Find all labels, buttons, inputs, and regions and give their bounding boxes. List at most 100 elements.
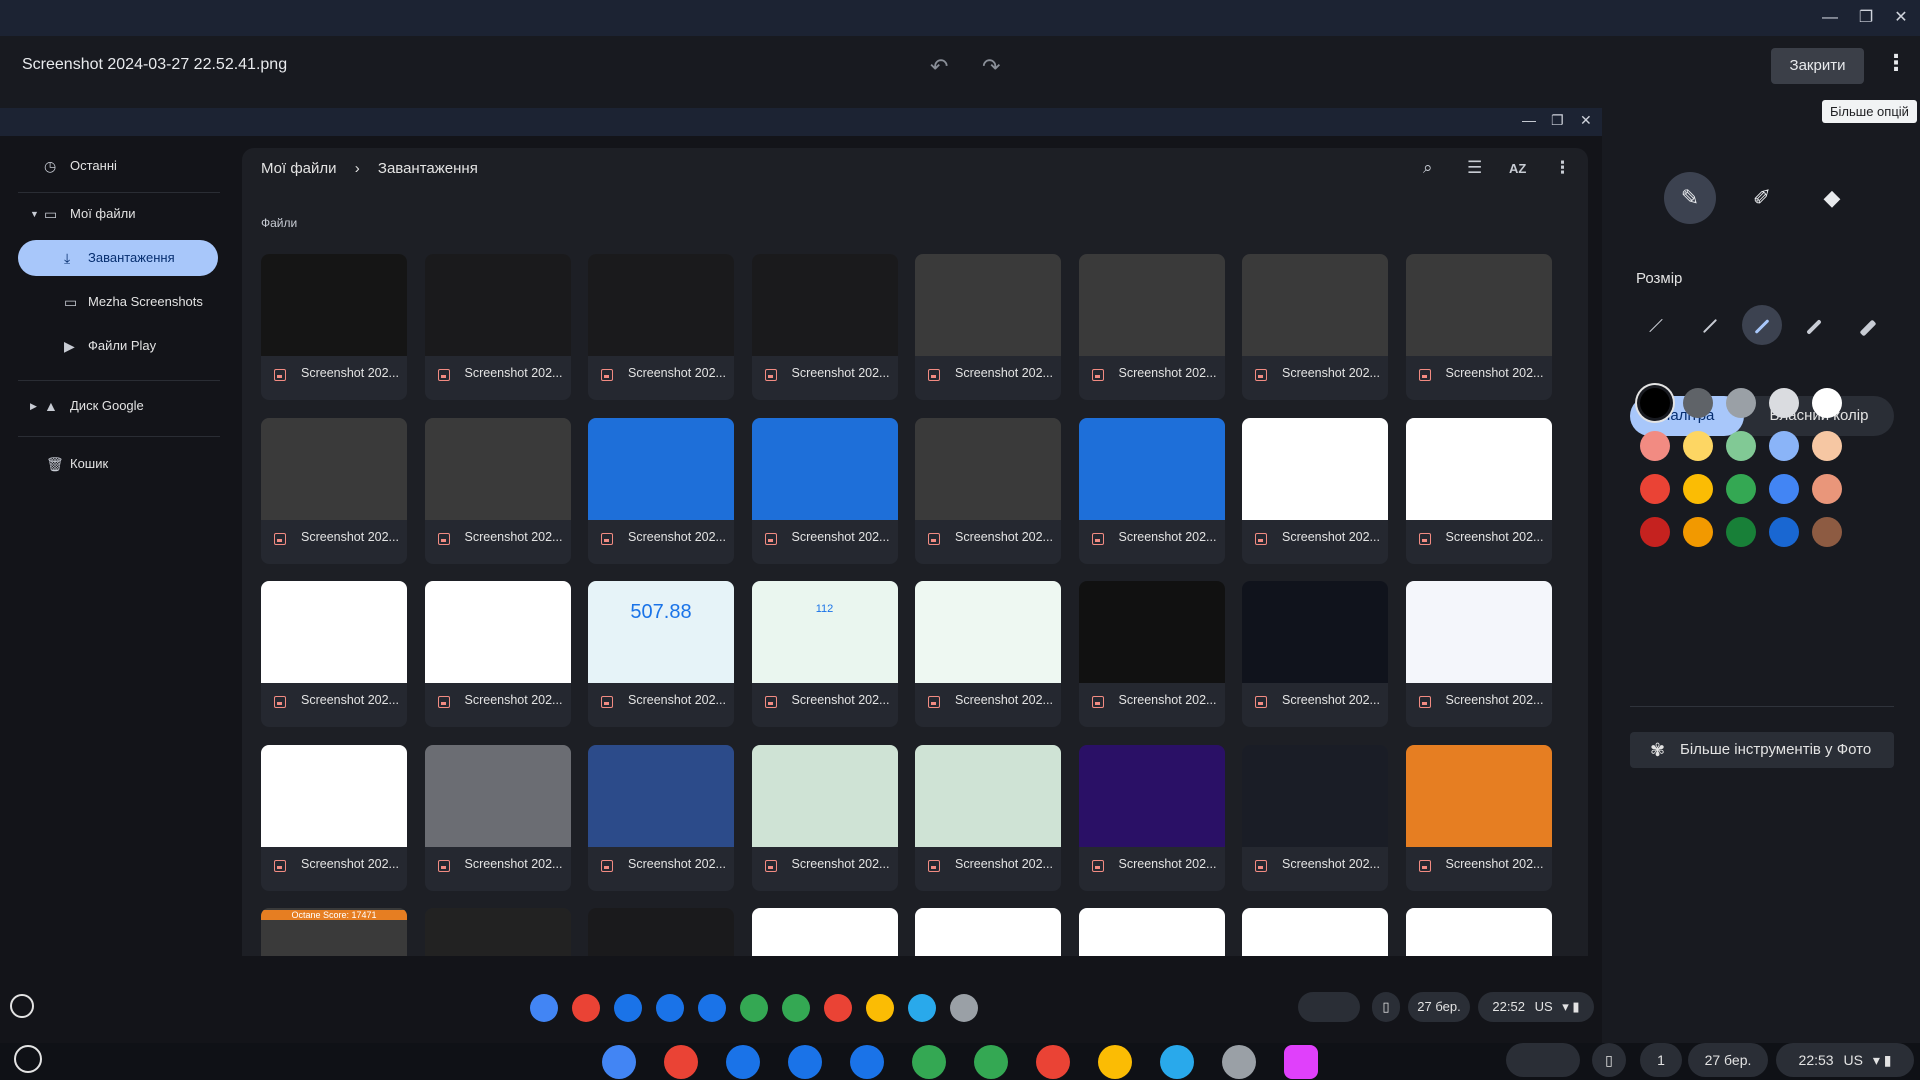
file-tile[interactable]: Screenshot 202... bbox=[915, 744, 1061, 891]
meet-icon[interactable] bbox=[912, 1045, 946, 1079]
gmail-icon[interactable] bbox=[572, 994, 600, 1022]
color-swatch[interactable] bbox=[1812, 431, 1842, 461]
close-button[interactable]: Закрити bbox=[1771, 48, 1864, 84]
app-icon[interactable] bbox=[1284, 1045, 1318, 1079]
file-tile[interactable]: Screenshot 202... bbox=[424, 581, 571, 727]
tray-thumbnails[interactable] bbox=[1506, 1043, 1580, 1077]
file-tile[interactable]: Screenshot 202... bbox=[588, 254, 734, 400]
color-swatch[interactable] bbox=[1726, 431, 1756, 461]
pen-icon[interactable]: ✎ bbox=[1664, 172, 1716, 224]
file-tile[interactable]: Screenshot 202... bbox=[751, 254, 898, 400]
photos-icon[interactable] bbox=[1098, 1045, 1132, 1079]
color-swatch[interactable] bbox=[1683, 517, 1713, 547]
file-tile[interactable]: 112 Screenshot 202... bbox=[751, 581, 898, 727]
file-tile[interactable]: Screenshot 202... bbox=[424, 254, 571, 400]
file-tile[interactable]: Screenshot 202... bbox=[261, 254, 407, 400]
minimize-icon[interactable]: — bbox=[1522, 112, 1536, 128]
color-swatch[interactable] bbox=[1640, 517, 1670, 547]
file-tile[interactable]: Screenshot 202... bbox=[915, 254, 1061, 400]
minimize-icon[interactable]: — bbox=[1818, 6, 1842, 30]
close-window-icon[interactable]: ✕ bbox=[1580, 112, 1592, 129]
file-tile[interactable] bbox=[424, 908, 571, 956]
highlighter-icon[interactable]: ✐ bbox=[1736, 172, 1788, 224]
color-swatch[interactable] bbox=[1769, 474, 1799, 504]
size-option-1[interactable] bbox=[1636, 305, 1676, 345]
breadcrumb-downloads[interactable]: Завантаження bbox=[378, 160, 478, 177]
size-option-3[interactable] bbox=[1742, 305, 1782, 345]
color-swatch[interactable] bbox=[1640, 388, 1670, 418]
file-tile[interactable]: Screenshot 202... bbox=[1078, 581, 1225, 727]
color-swatch[interactable] bbox=[1769, 431, 1799, 461]
file-tile[interactable]: Screenshot 202... bbox=[261, 581, 407, 727]
chrome-icon[interactable] bbox=[530, 994, 558, 1022]
file-tile[interactable]: Screenshot 202... bbox=[424, 417, 571, 564]
play-store-icon[interactable] bbox=[782, 994, 810, 1022]
youtube-icon[interactable] bbox=[824, 994, 852, 1022]
file-tile[interactable] bbox=[751, 908, 898, 956]
size-option-2[interactable] bbox=[1690, 305, 1730, 345]
telegram-icon[interactable] bbox=[908, 994, 936, 1022]
file-tile[interactable]: Screenshot 202... bbox=[261, 744, 407, 891]
tray-thumbnails[interactable] bbox=[1298, 992, 1360, 1022]
color-swatch[interactable] bbox=[1812, 474, 1842, 504]
inner-date[interactable]: 27 бер. bbox=[1408, 992, 1470, 1022]
chrome-icon[interactable] bbox=[602, 1045, 636, 1079]
size-option-5[interactable] bbox=[1848, 305, 1888, 345]
sidebar-item-recent[interactable]: ◷ Останні bbox=[44, 148, 224, 184]
file-tile[interactable]: Screenshot 202... bbox=[261, 417, 407, 564]
file-tile[interactable]: Screenshot 202... bbox=[1405, 254, 1552, 400]
file-tile[interactable]: Screenshot 202... bbox=[1078, 254, 1225, 400]
file-tile[interactable]: Screenshot 202... bbox=[588, 744, 734, 891]
color-swatch[interactable] bbox=[1769, 517, 1799, 547]
file-tile[interactable]: Screenshot 202... bbox=[751, 744, 898, 891]
color-swatch[interactable] bbox=[1769, 388, 1799, 418]
file-tile[interactable]: Screenshot 202... bbox=[1242, 254, 1388, 400]
restore-icon[interactable]: ❐ bbox=[1854, 6, 1878, 30]
color-swatch[interactable] bbox=[1683, 474, 1713, 504]
file-tile[interactable] bbox=[588, 908, 734, 956]
notification-count[interactable]: 1 bbox=[1640, 1043, 1682, 1077]
file-tile[interactable] bbox=[1242, 908, 1388, 956]
file-tile[interactable]: Screenshot 202... bbox=[1242, 417, 1388, 564]
color-swatch[interactable] bbox=[1640, 474, 1670, 504]
file-tile[interactable]: Octane Score: 17471 bbox=[261, 908, 407, 956]
sidebar-item-my-files[interactable]: ▼ ▭ Мої файли bbox=[30, 196, 220, 232]
settings-icon[interactable] bbox=[950, 994, 978, 1022]
sidebar-item-mezha-screenshots[interactable]: ▭ Mezha Screenshots bbox=[64, 284, 224, 320]
file-tile[interactable]: Screenshot 202... bbox=[1405, 744, 1552, 891]
file-tile[interactable] bbox=[1078, 908, 1225, 956]
color-swatch[interactable] bbox=[1726, 517, 1756, 547]
photos-icon[interactable] bbox=[866, 994, 894, 1022]
outer-date[interactable]: 27 бер. bbox=[1688, 1043, 1768, 1077]
list-view-icon[interactable]: ☰ bbox=[1467, 158, 1482, 178]
files-icon[interactable] bbox=[788, 1045, 822, 1079]
messages-icon[interactable] bbox=[698, 994, 726, 1022]
size-option-4[interactable] bbox=[1794, 305, 1834, 345]
more-options-icon[interactable]: ⋮ bbox=[1885, 50, 1907, 76]
youtube-icon[interactable] bbox=[1036, 1045, 1070, 1079]
color-swatch[interactable] bbox=[1726, 388, 1756, 418]
calendar-icon[interactable] bbox=[614, 994, 642, 1022]
sidebar-item-trash[interactable]: 🗑 Кошик bbox=[44, 446, 224, 482]
restore-icon[interactable]: ❐ bbox=[1551, 112, 1564, 129]
gmail-icon[interactable] bbox=[664, 1045, 698, 1079]
files-icon[interactable] bbox=[656, 994, 684, 1022]
color-swatch[interactable] bbox=[1640, 431, 1670, 461]
file-tile[interactable] bbox=[915, 908, 1061, 956]
eraser-icon[interactable]: ◆ bbox=[1806, 172, 1858, 224]
meet-icon[interactable] bbox=[740, 994, 768, 1022]
sidebar-item-play-files[interactable]: ▶ Файли Play bbox=[64, 328, 224, 364]
launcher-icon[interactable] bbox=[14, 1045, 42, 1073]
color-swatch[interactable] bbox=[1812, 388, 1842, 418]
file-tile[interactable]: Screenshot 202... bbox=[915, 417, 1061, 564]
file-tile[interactable]: Screenshot 202... bbox=[1078, 744, 1225, 891]
file-tile[interactable]: Screenshot 202... bbox=[915, 581, 1061, 727]
color-swatch[interactable] bbox=[1726, 474, 1756, 504]
more-options-icon[interactable]: ⋮ bbox=[1554, 158, 1571, 178]
search-icon[interactable]: ⌕ bbox=[1423, 158, 1433, 178]
close-window-icon[interactable]: ✕ bbox=[1889, 6, 1913, 30]
file-tile[interactable]: Screenshot 202... bbox=[1242, 744, 1388, 891]
file-tile[interactable]: Screenshot 202... bbox=[1242, 581, 1388, 727]
color-swatch[interactable] bbox=[1683, 431, 1713, 461]
file-tile[interactable]: Screenshot 202... bbox=[1405, 417, 1552, 564]
